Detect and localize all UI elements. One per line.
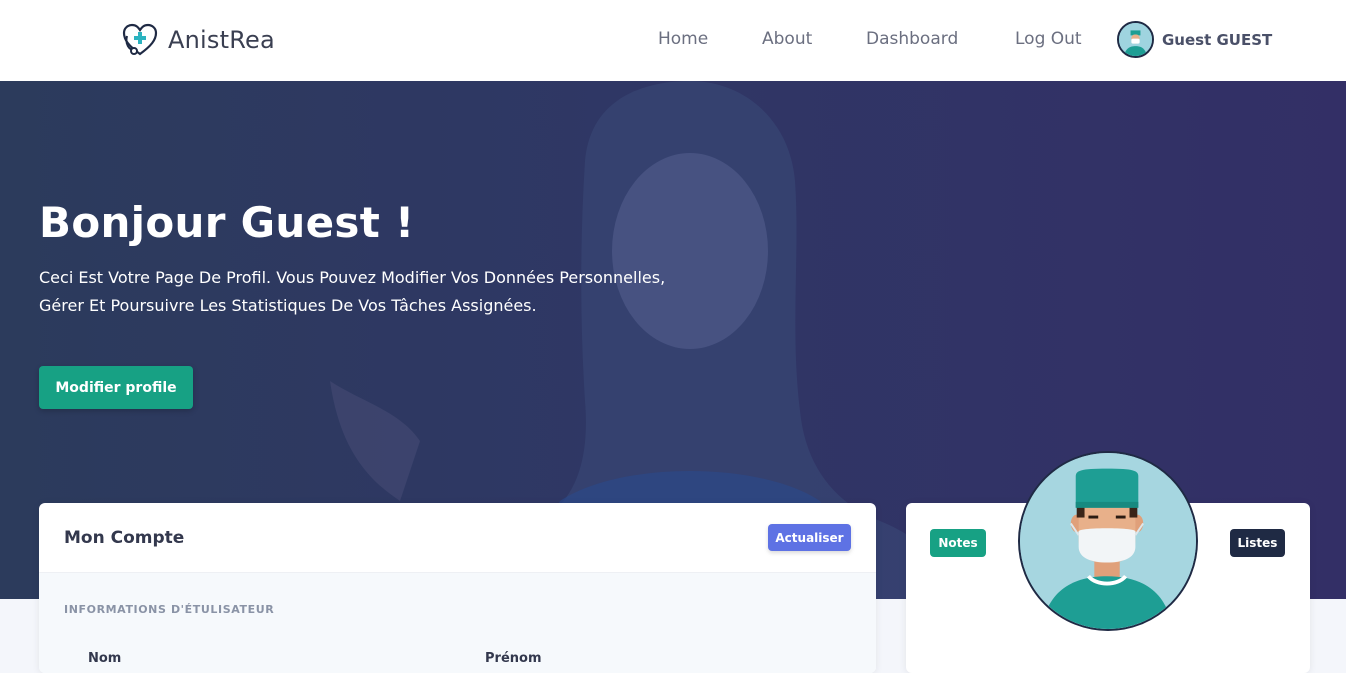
user-info-heading: INFORMATIONS D'ÉTULISATEUR [64, 603, 275, 616]
brand-logo-link[interactable]: AnistRea [121, 22, 275, 58]
account-card-header: Mon Compte Actualiser [39, 503, 876, 573]
doctor-avatar-icon [1117, 21, 1154, 58]
hero-description: Ceci Est Votre Page De Profil. Vous Pouv… [39, 264, 679, 320]
doctor-avatar-icon [1018, 451, 1198, 631]
nav-link-logout[interactable]: Log Out [1015, 29, 1082, 49]
edit-profile-button[interactable]: Modifier profile [39, 366, 193, 409]
notes-button[interactable]: Notes [930, 529, 986, 557]
navbar: AnistRea Home About Dashboard Log Out Gu… [0, 0, 1346, 81]
account-card-body: INFORMATIONS D'ÉTULISATEUR Nom Prénom [39, 573, 876, 673]
user-name: Guest GUEST [1162, 30, 1273, 49]
lists-button[interactable]: Listes [1230, 529, 1285, 557]
hero-description-line-1: Ceci Est Votre Page De Profil. Vous Pouv… [39, 268, 666, 287]
brand-name: AnistRea [168, 26, 275, 54]
hero-description-line-2: Gérer Et Poursuivre Les Statistiques De … [39, 296, 537, 315]
account-card-title: Mon Compte [64, 528, 185, 548]
heart-stethoscope-icon [122, 23, 158, 56]
nav-link-about[interactable]: About [762, 29, 812, 49]
nav-link-dashboard[interactable]: Dashboard [866, 29, 958, 49]
hero-title: Bonjour Guest ! [39, 198, 415, 247]
nav-link-home[interactable]: Home [658, 29, 708, 49]
account-card: Mon Compte Actualiser INFORMATIONS D'ÉTU… [39, 503, 876, 673]
refresh-button[interactable]: Actualiser [768, 524, 851, 551]
user-menu[interactable]: Guest GUEST [1117, 21, 1272, 58]
